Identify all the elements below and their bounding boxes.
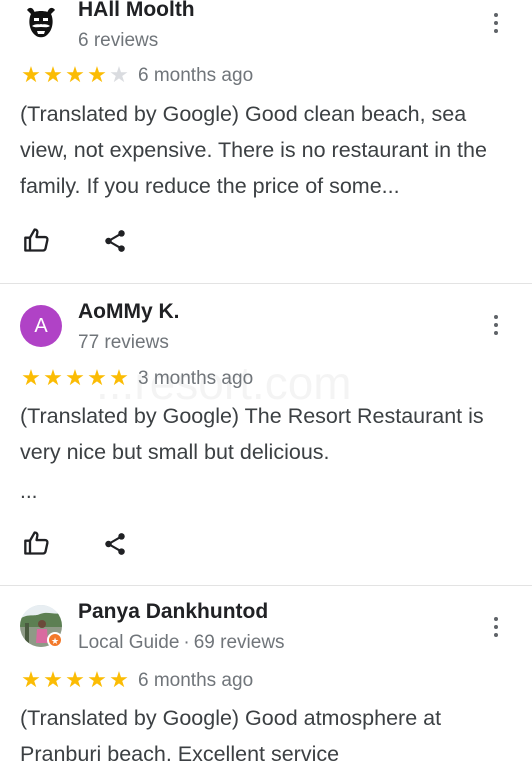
star-icon: ★ xyxy=(65,366,85,391)
thumbs-up-icon xyxy=(24,228,49,252)
star-icon: ★ xyxy=(21,366,41,391)
avatar[interactable]: A xyxy=(20,305,62,347)
rating-row: ★ ★ ★ ★ ★ 3 months ago xyxy=(20,366,253,392)
star-icon: ★ xyxy=(109,668,129,693)
review-text[interactable]: (Translated by Google) The Resort Restau… xyxy=(20,398,516,470)
share-icon xyxy=(105,533,125,555)
review-time: 6 months ago xyxy=(138,65,254,86)
dot xyxy=(494,29,498,33)
more-options-button[interactable] xyxy=(484,10,508,38)
share-icon xyxy=(105,230,125,252)
like-button[interactable] xyxy=(23,529,51,557)
star-icon: ★ xyxy=(21,63,41,88)
star-icon: ★ xyxy=(109,366,129,391)
read-more-ellipsis[interactable]: ... xyxy=(20,480,38,504)
like-button[interactable] xyxy=(23,226,51,254)
star-icon: ★ xyxy=(43,63,63,88)
star-icon: ★ xyxy=(65,668,85,693)
review-count: 69 reviews xyxy=(193,632,285,653)
dot xyxy=(494,331,498,335)
review-text-body: (Translated by Google) Good atmosphere a… xyxy=(20,706,442,766)
star-icon: ★ xyxy=(65,63,85,88)
dot xyxy=(494,633,498,637)
share-button[interactable] xyxy=(102,531,130,559)
star-rating: ★ ★ ★ ★ ★ xyxy=(20,670,130,692)
reviewer-name[interactable]: HAll Moolth xyxy=(78,0,195,22)
dot xyxy=(494,625,498,629)
more-options-button[interactable] xyxy=(484,312,508,340)
star-icon: ★ xyxy=(87,63,107,88)
review-text[interactable]: (Translated by Google) Good clean beach,… xyxy=(20,96,516,204)
star-rating: ★ ★ ★ ★ ★ xyxy=(20,65,130,87)
review-count: 77 reviews xyxy=(78,332,169,353)
reviewer-subtitle: Local Guide · 69 reviews xyxy=(78,632,285,654)
star-icon: ★ xyxy=(43,668,63,693)
mustache-face-icon xyxy=(21,3,61,43)
dot xyxy=(494,323,498,327)
local-guide-badge: Local Guide xyxy=(78,632,180,653)
rating-row: ★ ★ ★ ★ ★ 6 months ago xyxy=(20,668,253,694)
star-empty-icon: ★ xyxy=(109,63,129,88)
star-icon: ★ xyxy=(87,668,107,693)
svg-text:★: ★ xyxy=(51,637,59,647)
avatar[interactable]: ★ xyxy=(20,605,63,648)
thumbs-up-icon xyxy=(24,531,49,555)
dot xyxy=(494,21,498,25)
review-text-body: (Translated by Google) The Resort Restau… xyxy=(20,404,484,464)
avatar[interactable] xyxy=(20,2,62,44)
star-icon: ★ xyxy=(21,668,41,693)
star-rating: ★ ★ ★ ★ ★ xyxy=(20,368,130,390)
dot xyxy=(494,617,498,621)
review-text[interactable]: (Translated by Google) Good atmosphere a… xyxy=(20,700,516,772)
star-icon: ★ xyxy=(43,366,63,391)
rating-row: ★ ★ ★ ★ ★ 6 months ago xyxy=(20,63,253,89)
photo-avatar: ★ xyxy=(20,605,63,648)
review-count: 6 reviews xyxy=(78,30,159,51)
share-button[interactable] xyxy=(102,228,130,256)
separator: · xyxy=(183,632,190,653)
avatar-letter: A xyxy=(34,314,48,337)
review-card: ★ Panya Dankhuntod Local Guide · 69 review… xyxy=(0,586,532,768)
reviewer-name[interactable]: AoMMy K. xyxy=(78,300,180,324)
review-card: HAll Moolth 6 reviews ★ ★ ★ ★ ★ 6 months… xyxy=(0,0,532,283)
review-card: A AoMMy K. 77 reviews ★ ★ ★ ★ ★ 3 months… xyxy=(0,284,532,585)
review-time: 3 months ago xyxy=(138,368,254,389)
more-options-button[interactable] xyxy=(484,614,508,642)
reviewer-name[interactable]: Panya Dankhuntod xyxy=(78,600,268,624)
review-time: 6 months ago xyxy=(138,670,254,691)
review-text-body: (Translated by Google) Good clean beach,… xyxy=(20,102,487,198)
dot xyxy=(494,315,498,319)
dot xyxy=(494,13,498,17)
star-icon: ★ xyxy=(87,366,107,391)
